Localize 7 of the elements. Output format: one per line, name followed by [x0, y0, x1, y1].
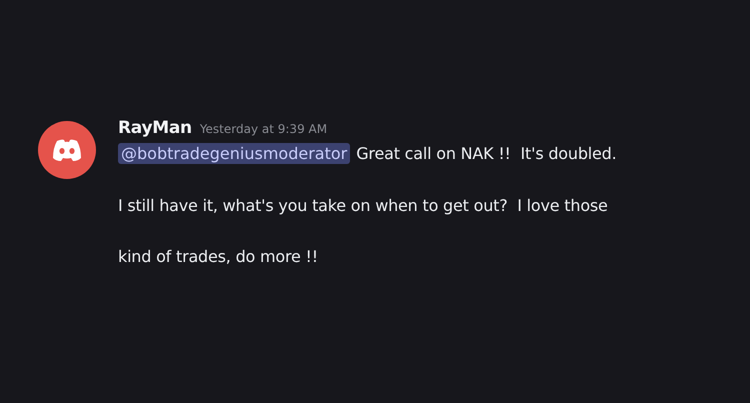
message-text: I still have it, what's you take on when to get out? I love those	[118, 196, 609, 215]
controller-icon	[51, 138, 83, 162]
author-name[interactable]: RayMan	[118, 118, 192, 138]
mention-link[interactable]: @bobtradegeniusmoderator	[118, 143, 350, 164]
message-text: Great call on NAK !! It's doubled.	[356, 144, 617, 163]
message-text: kind of trades, do more !!	[118, 247, 319, 266]
timestamp: Yesterday at 9:39 AM	[200, 122, 328, 136]
